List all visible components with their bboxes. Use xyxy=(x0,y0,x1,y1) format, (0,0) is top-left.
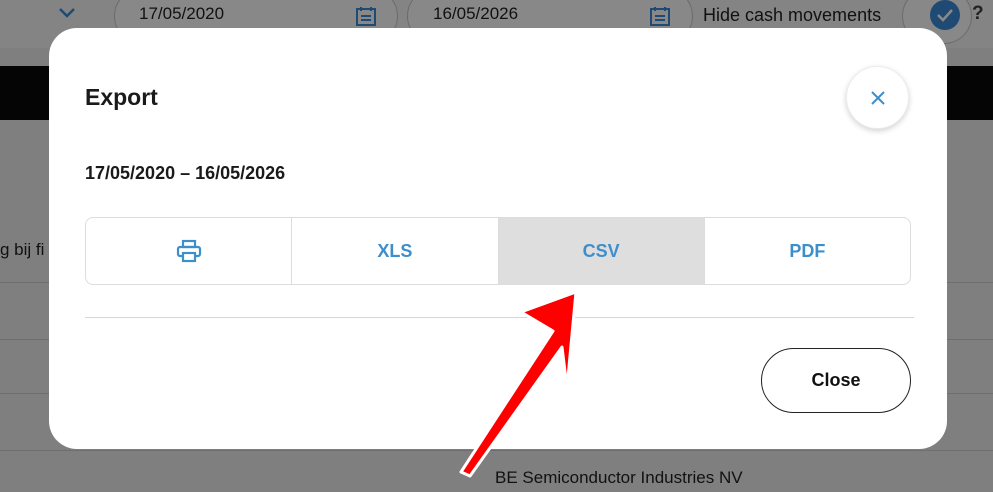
xls-button[interactable]: XLS xyxy=(292,218,499,284)
table-cell-text: g bij fi xyxy=(0,240,45,259)
row-divider xyxy=(0,450,993,451)
pdf-button[interactable]: PDF xyxy=(705,218,910,284)
end-date-value: 16/05/2026 xyxy=(433,4,519,23)
help-icon[interactable]: ? xyxy=(972,3,984,25)
check-icon[interactable] xyxy=(930,0,960,30)
calendar-icon[interactable] xyxy=(649,6,671,26)
close-dialog-button[interactable] xyxy=(846,66,909,129)
chevron-down-icon[interactable] xyxy=(58,6,76,20)
close-icon xyxy=(871,91,885,105)
start-date-value: 17/05/2020 xyxy=(139,4,225,23)
close-button[interactable]: Close xyxy=(761,348,911,413)
calendar-icon[interactable] xyxy=(355,6,377,26)
csv-button[interactable]: CSV xyxy=(498,218,705,284)
print-button[interactable] xyxy=(86,218,293,284)
hide-cash-movements-label: Hide cash movements xyxy=(703,5,882,25)
dialog-title: Export xyxy=(85,84,158,110)
dialog-divider xyxy=(85,317,914,318)
company-name: BE Semiconductor Industries NV xyxy=(495,468,743,487)
export-format-selector: XLS CSV PDF xyxy=(85,217,911,285)
export-dialog: Export 17/05/2020 – 16/05/2026 XLS CSV P… xyxy=(49,28,947,449)
export-date-range: 17/05/2020 – 16/05/2026 xyxy=(85,163,286,183)
printer-icon xyxy=(176,239,201,263)
